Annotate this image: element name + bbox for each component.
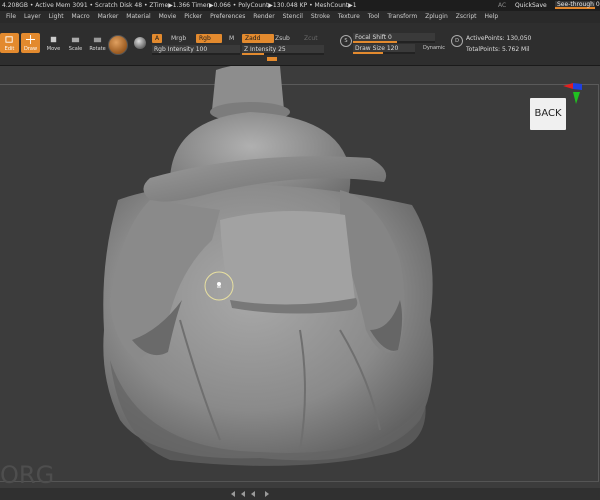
focal-shift-value: 0	[388, 34, 392, 41]
menu-transform[interactable]: Transform	[387, 11, 417, 23]
rgb-intensity-label: Rgb Intensity	[154, 46, 194, 53]
tray-arrows-icon[interactable]	[231, 491, 271, 497]
ac-button[interactable]: AC	[498, 0, 506, 11]
zsub-toggle[interactable]: Zsub	[272, 34, 293, 43]
back-view-button[interactable]: BACK	[530, 98, 566, 130]
status-info: 4.208GB • Active Mem 3091 • Scratch Disk…	[2, 2, 357, 9]
zadd-toggle[interactable]: Zadd	[242, 34, 274, 43]
see-through-value: 0	[595, 1, 600, 8]
quicksave-button[interactable]: QuickSave	[515, 0, 547, 11]
move-label: Move	[46, 46, 61, 52]
draw-button[interactable]: Draw	[21, 33, 40, 53]
sphere-brush-icon[interactable]	[134, 37, 146, 49]
rgb-intensity-value: 100	[195, 46, 208, 53]
menu-bar: File Layer Light Macro Marker Material M…	[0, 11, 600, 23]
top-shelf: Edit Draw Move Scale Rotate A Mrgb Rgb M…	[0, 23, 600, 66]
z-intensity-label: Z Intensity	[244, 46, 277, 53]
d-gear-icon[interactable]: D	[451, 35, 463, 47]
sculpt-model[interactable]	[0, 66, 600, 488]
move-icon	[50, 36, 57, 43]
draw-size-fill	[353, 52, 383, 54]
move-button[interactable]: Move	[44, 33, 63, 53]
focal-shift-slider[interactable]: Focal Shift 0	[353, 33, 435, 43]
zcut-toggle[interactable]: Zcut	[301, 34, 321, 43]
menu-texture[interactable]: Texture	[338, 11, 360, 23]
mrgb-toggle[interactable]: Mrgb	[168, 34, 189, 43]
edit-button[interactable]: Edit	[0, 33, 19, 53]
menu-stroke[interactable]: Stroke	[311, 11, 330, 23]
focal-shift-label: Focal Shift	[355, 34, 387, 41]
active-points: ActivePoints: 130,050	[466, 35, 532, 42]
lazy-mouse-icon[interactable]: S	[340, 35, 352, 47]
menu-help[interactable]: Help	[484, 11, 498, 23]
menu-zplugin[interactable]: Zplugin	[425, 11, 448, 23]
z-intensity-fill	[242, 53, 264, 55]
scale-label: Scale	[68, 46, 83, 52]
rotate-icon	[93, 37, 102, 43]
status-bar: 4.208GB • Active Mem 3091 • Scratch Disk…	[0, 0, 600, 11]
rotate-button[interactable]: Rotate	[88, 33, 107, 53]
draw-size-value: 120	[386, 45, 399, 52]
total-points: TotalPoints: 5.762 Mil	[466, 46, 530, 53]
rgb-intensity-slider[interactable]: Rgb Intensity 100	[152, 45, 240, 55]
edit-label: Edit	[4, 46, 15, 52]
menu-material[interactable]: Material	[126, 11, 150, 23]
dynamic-toggle[interactable]: Dynamic	[420, 44, 448, 53]
scale-button[interactable]: Scale	[66, 33, 85, 53]
draw-size-label: Draw Size	[355, 45, 385, 52]
menu-movie[interactable]: Movie	[159, 11, 177, 23]
brush-cursor-icon	[204, 271, 234, 301]
menu-light[interactable]: Light	[49, 11, 64, 23]
rotate-label: Rotate	[89, 46, 106, 52]
see-through-label: See-through	[557, 1, 594, 8]
z-intensity-slider[interactable]: Z Intensity 25	[242, 45, 324, 55]
menu-render[interactable]: Render	[253, 11, 274, 23]
z-intensity-marker	[267, 57, 277, 61]
menu-stencil[interactable]: Stencil	[283, 11, 303, 23]
focal-shift-fill	[353, 41, 397, 43]
material-sphere-icon[interactable]	[108, 35, 128, 55]
draw-label: Draw	[23, 46, 38, 52]
edit-icon	[5, 36, 13, 43]
draw-icon	[26, 35, 35, 44]
scale-icon	[71, 37, 80, 43]
menu-macro[interactable]: Macro	[72, 11, 90, 23]
see-through-slider[interactable]: See-through 0	[555, 1, 600, 9]
menu-file[interactable]: File	[6, 11, 16, 23]
menu-zscript[interactable]: Zscript	[456, 11, 477, 23]
menu-picker[interactable]: Picker	[184, 11, 202, 23]
bottom-shelf	[0, 488, 600, 500]
watermark-text: ORG	[0, 461, 55, 489]
z-intensity-value: 25	[278, 46, 286, 53]
rgb-toggle[interactable]: Rgb	[196, 34, 222, 43]
menu-preferences[interactable]: Preferences	[210, 11, 245, 23]
menu-marker[interactable]: Marker	[98, 11, 119, 23]
menu-layer[interactable]: Layer	[24, 11, 41, 23]
m-toggle[interactable]: M	[226, 34, 237, 43]
menu-tool[interactable]: Tool	[368, 11, 380, 23]
draw-size-slider[interactable]: Draw Size 120	[353, 44, 415, 54]
a-toggle[interactable]: A	[152, 34, 163, 43]
